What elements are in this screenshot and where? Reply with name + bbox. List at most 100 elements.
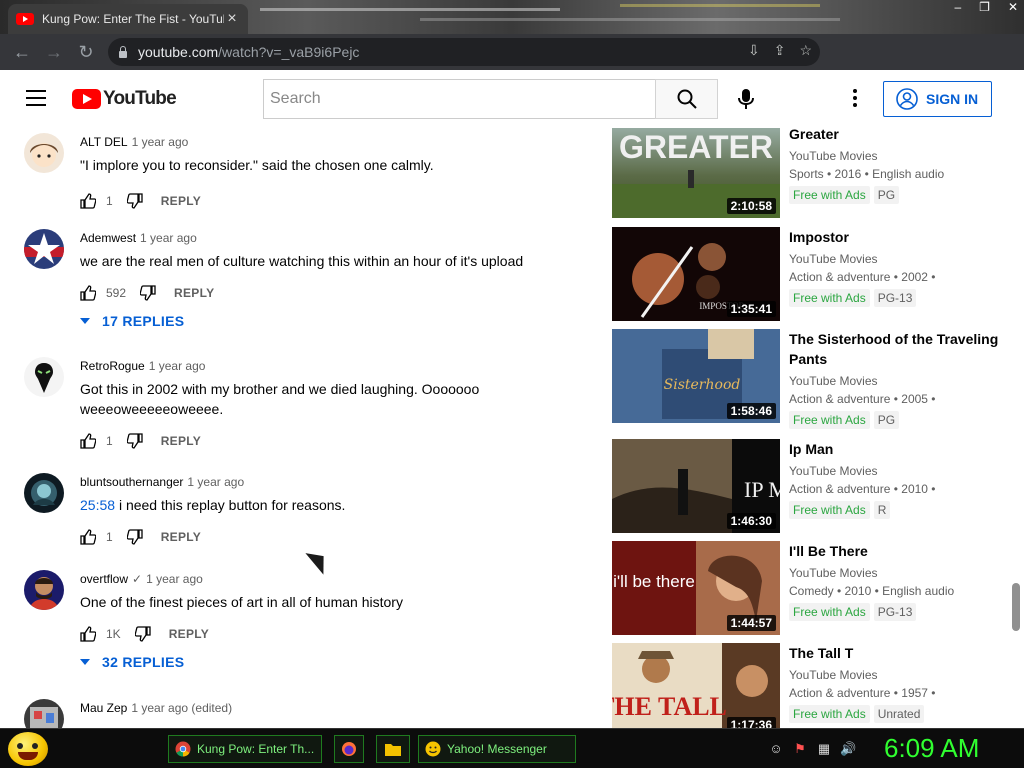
install-app-icon[interactable]: ⇩ [748, 42, 760, 59]
comment-time[interactable]: 1 year ago [149, 359, 206, 373]
avatar[interactable] [24, 699, 64, 728]
taskbar-yahoo-item[interactable]: Yahoo! Messenger [418, 735, 576, 763]
comment-author[interactable]: RetroRogue [80, 359, 145, 373]
video-channel[interactable]: YouTube Movies [789, 564, 1004, 582]
dislike-thumb-icon[interactable] [126, 529, 143, 545]
video-title[interactable]: Greater [789, 128, 1004, 144]
address-bar[interactable]: youtube.com/watch?v=_vaB9i6Pejc ⇩ ⇪ ☆ [108, 38, 820, 66]
comment-time[interactable]: 1 year ago [187, 475, 244, 489]
dislike-thumb-icon[interactable] [139, 285, 156, 301]
video-duration: 1:58:46 [726, 403, 776, 419]
tray-volume-icon[interactable]: 🔊 [840, 741, 856, 757]
window-close-icon[interactable]: ✕ [1008, 0, 1018, 14]
video-duration: 1:46:30 [726, 513, 776, 529]
comment-author[interactable]: Mau Zep [80, 701, 127, 715]
like-thumb-icon[interactable] [80, 285, 97, 301]
avatar[interactable] [24, 229, 64, 269]
restore-icon[interactable]: ❐ [979, 0, 990, 14]
reply-button[interactable]: REPLY [161, 530, 201, 544]
comment-actions: 1 REPLY [80, 429, 201, 453]
comment-time[interactable]: 1 year ago [140, 231, 197, 245]
like-thumb-icon[interactable] [80, 433, 97, 449]
more-options-icon[interactable] [845, 88, 865, 108]
like-thumb-icon[interactable] [80, 529, 97, 545]
comment-text: One of the finest pieces of art in all o… [80, 594, 403, 610]
taskbar-chrome-item[interactable]: Kung Pow: Enter Th... [168, 735, 322, 763]
comment-author[interactable]: ALT DEL [80, 135, 128, 149]
video-title[interactable]: The Tall T [789, 643, 1004, 663]
rating-badge: PG-13 [873, 603, 917, 621]
comment-text-row: 25:58 i need this replay button for reas… [80, 495, 580, 515]
video-title[interactable]: I'll Be There [789, 541, 1004, 561]
youtube-logo[interactable]: YouTube [72, 88, 177, 110]
page-scrollbar[interactable] [1012, 583, 1020, 631]
browser-tab-strip: Kung Pow: Enter The Fist - YouTube × – ❐… [0, 0, 1024, 34]
video-title[interactable]: The Sisterhood of the Traveling Pants [789, 329, 1004, 369]
like-thumb-icon[interactable] [80, 193, 97, 209]
tray-emoji-icon[interactable]: ☺ [768, 741, 784, 757]
avatar[interactable] [24, 357, 64, 397]
video-title[interactable]: Impostor [789, 227, 1004, 247]
video-timestamp-link[interactable]: 25:58 [80, 497, 115, 513]
close-icon[interactable]: × [224, 10, 240, 28]
replies-count: 32 REPLIES [102, 654, 185, 670]
avatar[interactable] [24, 570, 64, 610]
taskbar-chrome-label: Kung Pow: Enter Th... [197, 742, 315, 756]
voice-search-button[interactable] [730, 83, 762, 115]
comment-author[interactable]: bluntsouthernanger [80, 475, 183, 489]
minimize-icon[interactable]: – [954, 0, 961, 14]
comment-time[interactable]: 1 year ago [132, 135, 189, 149]
taskbar-folder-item[interactable] [376, 735, 410, 763]
comment-time[interactable]: 1 year ago (edited) [131, 701, 232, 715]
forward-arrow-icon[interactable]: → [38, 36, 70, 68]
video-channel[interactable]: YouTube Movies [789, 462, 1004, 480]
reload-icon[interactable]: ↻ [70, 36, 102, 68]
video-channel[interactable]: YouTube Movies [789, 372, 1004, 390]
tray-network-icon[interactable]: ▦ [816, 741, 832, 757]
tray-flag-icon[interactable]: ⚑ [792, 741, 808, 757]
taskbar-clock[interactable]: 6:09 AM [884, 733, 979, 764]
search-input[interactable]: Search [263, 79, 656, 119]
like-count: 1 [106, 194, 113, 208]
browser-tab[interactable]: Kung Pow: Enter The Fist - YouTube × [8, 4, 248, 34]
dislike-thumb-icon[interactable] [126, 433, 143, 449]
search-button[interactable] [655, 79, 718, 119]
comment-time[interactable]: 1 year ago [146, 572, 203, 586]
sign-in-button[interactable]: SIGN IN [883, 81, 992, 117]
like-count: 1 [106, 434, 113, 448]
avatar[interactable] [24, 133, 64, 173]
hamburger-menu-icon[interactable] [26, 90, 46, 106]
video-thumbnail[interactable]: IMPOSTOR 1:35:41 [612, 227, 780, 321]
url-path: /watch?v=_vaB9i6Pejc [218, 44, 360, 60]
comment-text: Got this in 2002 with my brother and we … [80, 381, 480, 417]
back-arrow-icon[interactable]: ← [6, 36, 38, 68]
video-channel[interactable]: YouTube Movies [789, 147, 1004, 165]
reply-button[interactable]: REPLY [161, 434, 201, 448]
reply-button[interactable]: REPLY [174, 286, 214, 300]
video-thumbnail[interactable]: GREATER 2:10:58 [612, 128, 780, 218]
dislike-thumb-icon[interactable] [134, 626, 151, 642]
bookmark-star-icon[interactable]: ☆ [799, 42, 812, 59]
video-channel[interactable]: YouTube Movies [789, 666, 1004, 684]
like-thumb-icon[interactable] [80, 626, 97, 642]
video-thumbnail[interactable]: THE TALL 1:17:36 [612, 643, 780, 728]
start-smiley-icon[interactable] [8, 732, 48, 766]
thumbnail-title-text: THE TALL [612, 692, 727, 721]
chevron-down-icon [80, 318, 90, 324]
reply-button[interactable]: REPLY [161, 194, 201, 208]
video-title[interactable]: Ip Man [789, 439, 1004, 459]
reply-button[interactable]: REPLY [169, 627, 209, 641]
taskbar-firefox-item[interactable] [334, 735, 364, 763]
share-icon[interactable]: ⇪ [774, 42, 786, 59]
video-thumbnail[interactable]: Sisterhood 1:58:46 [612, 329, 780, 423]
view-replies-button[interactable]: 32 REPLIES [80, 654, 184, 670]
view-replies-button[interactable]: 17 REPLIES [80, 313, 184, 329]
dislike-thumb-icon[interactable] [126, 193, 143, 209]
avatar[interactable] [24, 473, 64, 513]
video-channel[interactable]: YouTube Movies [789, 250, 1004, 268]
comment-author[interactable]: Ademwest [80, 231, 136, 245]
video-thumbnail[interactable]: i'll be there 1:44:57 [612, 541, 780, 635]
comment-author[interactable]: overtflow [80, 572, 128, 586]
rating-badge: PG [873, 186, 900, 204]
video-thumbnail[interactable]: IP MAN 1:46:30 [612, 439, 780, 533]
